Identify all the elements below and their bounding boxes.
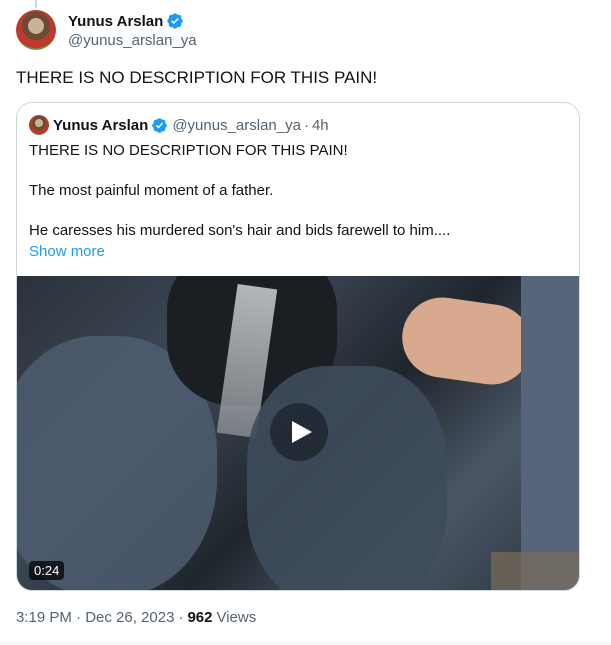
play-button[interactable] <box>270 403 328 461</box>
avatar[interactable] <box>16 10 56 50</box>
quoted-paragraph: THERE IS NO DESCRIPTION FOR THIS PAIN! <box>29 142 348 159</box>
name-line: Yunus Arslan <box>68 12 197 30</box>
tweet-footer-meta: 3:19 PM · Dec 26, 2023 · 962 Views <box>16 609 256 626</box>
quoted-paragraph: The most painful moment of a father. <box>29 182 274 199</box>
meta-separator: · <box>178 609 184 626</box>
quoted-author-handle: @yunus_arslan_ya <box>172 116 301 134</box>
video-frame-shape <box>521 276 579 590</box>
author-meta: Yunus Arslan @yunus_arslan_ya <box>68 12 197 50</box>
video-player[interactable]: 0:24 <box>17 276 579 590</box>
quoted-tweet-body: THERE IS NO DESCRIPTION FOR THIS PAIN! T… <box>29 141 569 262</box>
author-handle[interactable]: @yunus_arslan_ya <box>68 32 197 49</box>
quoted-tweet-header: Yunus Arslan @yunus_arslan_ya · 4h <box>29 115 329 135</box>
play-icon <box>291 421 312 443</box>
author-display-name[interactable]: Yunus Arslan <box>68 13 163 30</box>
show-more-link[interactable]: Show more <box>29 242 569 262</box>
quoted-tweet-card[interactable]: Yunus Arslan @yunus_arslan_ya · 4h THERE… <box>16 102 580 591</box>
views-count: 962 <box>187 609 213 626</box>
tweet-timestamp[interactable]: 3:19 PM · Dec 26, 2023 <box>16 609 174 626</box>
video-duration: 0:24 <box>29 561 65 580</box>
verified-badge-icon <box>167 13 183 29</box>
verified-badge-icon <box>152 117 168 133</box>
thread-connector-line <box>35 0 37 8</box>
quoted-time: 4h <box>311 116 329 134</box>
views-label: Views <box>216 609 257 626</box>
quoted-avatar <box>29 115 49 135</box>
video-frame-shape <box>491 552 579 590</box>
divider <box>0 643 611 644</box>
tweet-author: Yunus Arslan @yunus_arslan_ya <box>16 10 197 50</box>
video-frame-shape <box>397 292 537 390</box>
video-frame-shape <box>247 366 447 590</box>
tweet-text: THERE IS NO DESCRIPTION FOR THIS PAIN! <box>16 68 378 87</box>
quoted-separator: · <box>303 116 309 134</box>
quoted-paragraph: He caresses his murdered son's hair and … <box>29 222 451 239</box>
quoted-author-name: Yunus Arslan <box>53 116 149 134</box>
